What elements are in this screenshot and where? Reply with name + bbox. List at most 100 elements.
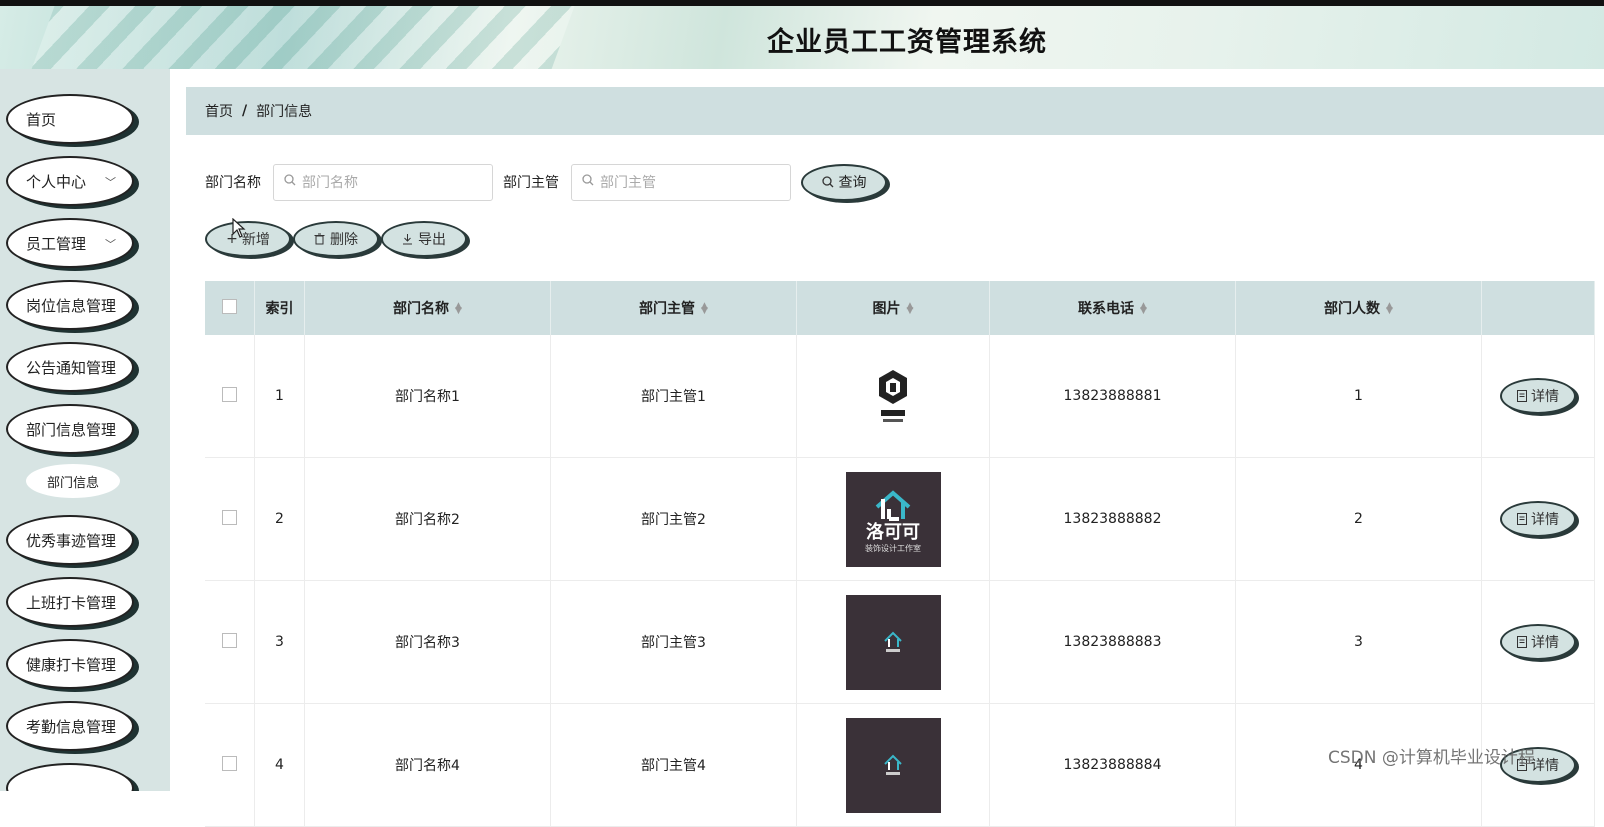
sidebar-item-label: 个人中心 <box>26 172 87 191</box>
app-header: 企业员工工资管理系统 <box>0 6 1604 69</box>
row-select-cell <box>205 457 255 581</box>
table-row: 3 部门名称3 部门主管3 13823888883 3 详情 <box>205 580 1595 704</box>
select-all-checkbox[interactable] <box>222 298 237 314</box>
sidebar-item-attendance[interactable]: 考勤信息管理 <box>6 701 134 751</box>
sort-icon[interactable]: ▲ ▼ <box>1140 302 1147 316</box>
app-title: 企业员工工资管理系统 <box>767 27 1047 58</box>
department-logo-image <box>846 349 941 444</box>
breadcrumb-current: 部门信息 <box>256 104 313 120</box>
sort-icon[interactable]: ▲ ▼ <box>701 302 708 316</box>
watermark: CSDN @计算机毕业设计程 <box>1328 748 1535 768</box>
cell-index: 4 <box>254 703 305 827</box>
column-header-label: 索引 <box>265 301 294 317</box>
breadcrumb-home[interactable]: 首页 <box>205 101 233 121</box>
sidebar-item-notice[interactable]: 公告通知管理 <box>6 342 134 392</box>
cell-count: 2 <box>1235 457 1482 581</box>
dept-name-input[interactable]: 部门名称 <box>273 163 493 201</box>
department-logo-image <box>845 717 941 813</box>
query-button-label: 查询 <box>838 175 867 191</box>
detail-button[interactable]: 详情 <box>1500 378 1576 414</box>
document-icon <box>1517 636 1527 648</box>
cell-index: 1 <box>254 335 305 458</box>
sidebar-item-label: 优秀事迹管理 <box>26 531 117 550</box>
add-button-label: 新增 <box>241 232 270 248</box>
trash-icon <box>314 233 325 245</box>
row-checkbox[interactable] <box>222 632 237 648</box>
sidebar: 首页 个人中心 ﹀ 员工管理 ﹀ 岗位信息管理 公告通知管理 部门信息管理 部门信息… <box>0 69 170 791</box>
logo-text: 洛可可 <box>866 521 920 543</box>
cell-phone: 13823888881 <box>989 335 1236 458</box>
column-header-manager[interactable]: 部门主管 ▲ ▼ <box>550 281 797 335</box>
dept-name-label: 部门名称 <box>205 175 261 191</box>
cell-dept-name: 部门名称4 <box>304 703 551 827</box>
detail-button[interactable]: 详情 <box>1500 624 1576 660</box>
row-select-cell <box>205 335 255 458</box>
document-icon <box>1517 390 1527 402</box>
cell-count: 1 <box>1235 335 1482 458</box>
export-button-label: 导出 <box>418 232 446 248</box>
cell-actions: 详情 <box>1481 335 1595 458</box>
detail-button[interactable]: 详情 <box>1500 501 1576 537</box>
department-logo-image: 洛可可 装饰设计工作室 <box>845 471 941 567</box>
column-header-index: 索引 <box>254 281 305 335</box>
dept-name-placeholder: 部门名称 <box>302 175 358 191</box>
sidebar-item-label: 岗位信息管理 <box>26 296 117 315</box>
dept-manager-input[interactable]: 部门主管 <box>571 163 791 201</box>
cell-manager: 部门主管2 <box>550 457 797 581</box>
sidebar-item-label: 公告通知管理 <box>26 358 117 377</box>
add-button[interactable]: + 新增 <box>205 221 291 257</box>
column-header-label: 部门人数 <box>1324 301 1381 317</box>
cell-index: 2 <box>254 457 305 581</box>
row-checkbox[interactable] <box>222 509 237 525</box>
column-header-label: 联系电话 <box>1078 301 1135 317</box>
sidebar-item-employee[interactable]: 员工管理 ﹀ <box>6 218 134 268</box>
sort-icon[interactable]: ▲ ▼ <box>1386 302 1393 316</box>
search-icon <box>284 174 296 190</box>
row-checkbox[interactable] <box>222 386 237 402</box>
row-checkbox[interactable] <box>222 755 237 771</box>
sidebar-item-home[interactable]: 首页 <box>6 94 134 144</box>
column-header-dept-name[interactable]: 部门名称 ▲ ▼ <box>304 281 551 335</box>
chevron-down-icon: ﹀ <box>105 238 116 251</box>
document-icon <box>1517 513 1527 525</box>
sidebar-item-more[interactable] <box>6 763 134 791</box>
export-button[interactable]: 导出 <box>381 221 467 257</box>
delete-button[interactable]: 删除 <box>293 221 379 257</box>
cell-image <box>796 703 990 827</box>
sort-icon[interactable]: ▲ ▼ <box>455 302 462 316</box>
row-select-cell <box>205 580 255 704</box>
detail-button-label: 详情 <box>1531 512 1559 528</box>
sidebar-item-achievements[interactable]: 优秀事迹管理 <box>6 515 134 565</box>
table-header-row: 索引 部门名称 ▲ ▼ 部门主管 ▲ ▼ 图片 ▲ ▼ 联系电话 ▲ ▼ 部门人数 ▲ ▼ <box>205 281 1595 335</box>
cell-actions: 详情 <box>1481 457 1595 581</box>
sidebar-item-personal-center[interactable]: 个人中心 ﹀ <box>6 156 134 206</box>
cell-manager: 部门主管4 <box>550 703 797 827</box>
detail-button-label: 详情 <box>1531 758 1559 774</box>
query-button[interactable]: 查询 <box>801 163 887 201</box>
dept-manager-label: 部门主管 <box>503 175 559 191</box>
column-header-count[interactable]: 部门人数 ▲ ▼ <box>1235 281 1482 335</box>
table-row: 1 部门名称1 部门主管1 13823888881 1 详情 <box>205 335 1595 458</box>
breadcrumb: 首页 / 部门信息 <box>186 87 1604 135</box>
sidebar-item-position[interactable]: 岗位信息管理 <box>6 280 134 330</box>
sidebar-item-checkin[interactable]: 上班打卡管理 <box>6 577 134 627</box>
cell-phone: 13823888883 <box>989 580 1236 704</box>
column-header-image[interactable]: 图片 ▲ ▼ <box>796 281 990 335</box>
cell-manager: 部门主管3 <box>550 580 797 704</box>
download-icon <box>402 233 413 245</box>
dept-manager-placeholder: 部门主管 <box>600 175 656 191</box>
sidebar-subitem-label: 部门信息 <box>46 475 99 491</box>
department-logo-image <box>845 594 941 690</box>
sidebar-item-label: 考勤信息管理 <box>26 717 117 736</box>
sidebar-item-health[interactable]: 健康打卡管理 <box>6 639 134 689</box>
sidebar-item-department[interactable]: 部门信息管理 <box>6 404 134 454</box>
select-all-cell <box>205 281 255 335</box>
logo-subtext: 装饰设计工作室 <box>865 543 921 553</box>
cell-image <box>796 580 990 704</box>
column-header-label: 部门名称 <box>393 301 450 317</box>
main-content: 首页 / 部门信息 部门名称 部门名称 部门主管 部门主管 查询 + 新增 删除… <box>170 69 1604 827</box>
sidebar-subitem-department-info[interactable]: 部门信息 <box>26 464 120 498</box>
sort-icon[interactable]: ▲ ▼ <box>907 302 914 316</box>
column-header-phone[interactable]: 联系电话 ▲ ▼ <box>989 281 1236 335</box>
cell-image: 洛可可 装饰设计工作室 <box>796 457 990 581</box>
